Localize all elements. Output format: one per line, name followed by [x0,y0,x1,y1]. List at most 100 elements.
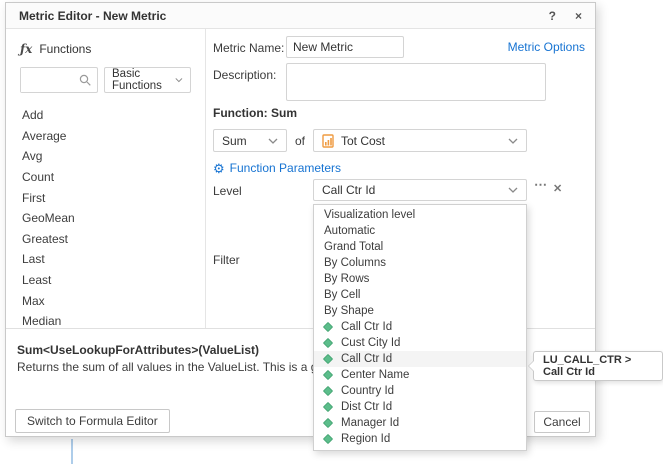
functions-icon: ƒx [20,42,32,56]
attribute-icon [323,386,333,396]
metric-options-link[interactable]: Metric Options [508,40,585,54]
function-signature: Sum<UseLookupForAttributes>(ValueList) [17,343,259,357]
level-dropdown-option[interactable]: Automatic [314,223,526,239]
switch-to-formula-editor-button[interactable]: Switch to Formula Editor [15,409,170,433]
chevron-down-icon [508,187,518,193]
level-dropdown-option[interactable]: By Cell [314,287,526,303]
level-option-label: Region Id [341,433,390,445]
attribute-icon [323,402,333,412]
filter-label: Filter [213,253,240,267]
chevron-down-icon [175,77,183,83]
functions-header-label: Functions [39,42,91,56]
function-parameters-link[interactable]: ⚙ Function Parameters [213,161,341,175]
level-label: Level [213,184,242,198]
function-name: Count [22,170,54,184]
fact-icon [322,134,335,148]
function-list-item[interactable]: Least [22,270,205,291]
level-dropdown-option[interactable]: By Columns [314,255,526,271]
function-name: Least [22,273,51,287]
function-list: Add Average Avg Count First GeoMean Grea… [6,105,205,332]
level-dropdown: Visualization level Automatic Grand Tota… [313,204,527,451]
function-name: Last [22,252,45,266]
level-option-label: Country Id [341,385,394,397]
function-name: Average [22,129,66,143]
level-option-label: Grand Total [324,241,383,253]
attribute-icon [323,434,333,444]
function-list-item[interactable]: Max [22,290,205,311]
function-select[interactable]: Sum [213,129,287,152]
function-list-item[interactable]: First [22,187,205,208]
level-option-label: Dist Ctr Id [341,401,392,413]
function-list-item[interactable]: Greatest [22,229,205,250]
function-parameters-label: Function Parameters [230,161,341,175]
attribute-tooltip: LU_CALL_CTR > Call Ctr Id [533,351,663,381]
dialog-title: Metric Editor - New Metric [19,9,166,23]
level-select-value: Call Ctr Id [322,183,375,197]
function-list-item[interactable]: GeoMean [22,208,205,229]
attribute-icon [323,354,333,364]
cancel-button[interactable]: Cancel [534,411,590,433]
function-list-item[interactable]: Avg [22,146,205,167]
description-label: Description: [213,68,276,82]
level-dropdown-option[interactable]: Dist Ctr Id [314,399,526,415]
function-name: Median [22,314,61,328]
level-option-label: By Cell [324,289,360,301]
level-dropdown-option[interactable]: Center Name [314,367,526,383]
sidebar-controls: Basic Functions [6,67,205,93]
level-option-label: By Shape [324,305,374,317]
level-option-label: Automatic [324,225,375,237]
function-search [20,67,98,93]
metric-name-label: Metric Name: [213,41,284,55]
level-select[interactable]: Call Ctr Id [313,179,527,201]
pane-divider-line [71,439,73,464]
argument-select-value: Tot Cost [341,134,385,148]
description-input[interactable] [286,63,546,101]
level-dropdown-option[interactable]: Call Ctr Id [314,351,526,367]
level-option-label: Call Ctr Id [341,321,392,333]
of-label: of [295,134,305,148]
level-more-icon[interactable]: ⋯ [534,177,548,193]
level-dropdown-option[interactable]: By Shape [314,303,526,319]
metric-name-input[interactable] [286,36,404,58]
help-icon[interactable]: ? [549,9,556,23]
search-icon [79,74,92,87]
chevron-down-icon [268,138,278,144]
level-dropdown-option[interactable]: Call Ctr Id [314,319,526,335]
level-remove-icon[interactable]: ✕ [553,182,562,195]
function-name: Add [22,108,43,122]
screen: Metric Editor - New Metric ? × ƒx Functi… [0,0,663,464]
attribute-icon [323,338,333,348]
level-dropdown-option[interactable]: Region Id [314,431,526,447]
function-search-input[interactable] [21,68,77,92]
function-list-item[interactable]: Add [22,105,205,126]
attribute-icon [323,370,333,380]
level-option-label: Center Name [341,369,409,381]
level-option-label: Call Ctr Id [341,353,392,365]
argument-select[interactable]: Tot Cost [313,129,527,152]
level-option-label: Cust City Id [341,337,400,349]
dialog-titlebar: Metric Editor - New Metric ? × [6,3,595,29]
function-name: Max [22,294,45,308]
function-list-item[interactable]: Average [22,126,205,147]
close-icon[interactable]: × [575,9,582,23]
level-dropdown-option[interactable]: By Rows [314,271,526,287]
level-option-label: Visualization level [324,209,415,221]
level-option-label: By Rows [324,273,369,285]
gear-icon: ⚙ [213,162,225,175]
level-dropdown-option[interactable]: Visualization level [314,207,526,223]
level-dropdown-option[interactable]: Grand Total [314,239,526,255]
function-name: Avg [22,149,42,163]
function-name: GeoMean [22,211,75,225]
level-dropdown-option[interactable]: Cust City Id [314,335,526,351]
level-dropdown-option[interactable]: Manager Id [314,415,526,431]
titlebar-actions: ? × [549,9,582,23]
function-heading: Function: Sum [213,106,297,120]
functions-sidebar: ƒx Functions Basic Functions [6,29,206,328]
function-list-item[interactable]: Last [22,249,205,270]
function-category-select[interactable]: Basic Functions [104,67,191,93]
level-option-label: Manager Id [341,417,399,429]
level-dropdown-option[interactable]: Country Id [314,383,526,399]
attribute-icon [323,418,333,428]
chevron-down-icon [508,138,518,144]
function-list-item[interactable]: Count [22,167,205,188]
